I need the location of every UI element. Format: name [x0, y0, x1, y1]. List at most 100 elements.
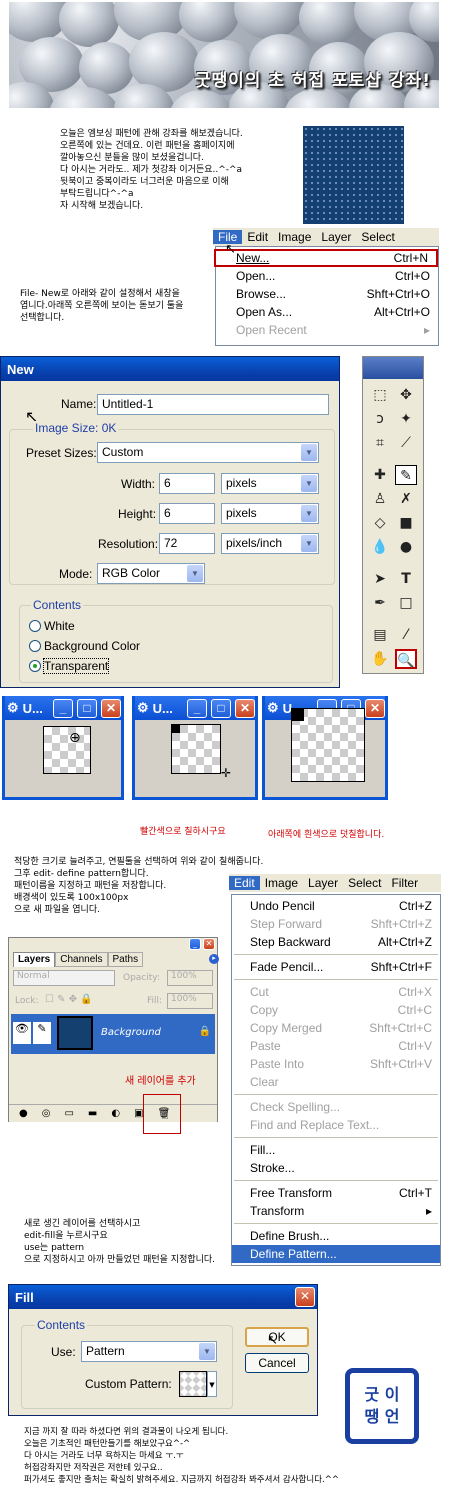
folder-icon[interactable]: ▬: [88, 1108, 97, 1119]
gradient-tool-icon[interactable]: ■: [395, 513, 417, 533]
layers-bottom-bar: ● ◎ ▭ ▬ ◐ ▣ 🗑: [9, 1104, 217, 1122]
chevron-down-icon[interactable]: ▼: [207, 1371, 217, 1397]
menu-select[interactable]: Select: [343, 876, 386, 890]
radio-white[interactable]: White: [29, 619, 75, 633]
menu-item-define-brush[interactable]: Define Brush...: [232, 1227, 440, 1245]
pen-tool-icon[interactable]: ✒: [369, 593, 391, 613]
eye-icon[interactable]: 👁: [13, 1022, 31, 1044]
healing-brush-icon[interactable]: ✚: [369, 465, 391, 485]
pattern-swatch[interactable]: [179, 1371, 207, 1397]
menu-item-step-backward[interactable]: Step Backward Alt+Ctrl+Z: [232, 933, 440, 951]
menu-item-open-as[interactable]: Open As... Alt+Ctrl+O: [216, 303, 438, 321]
menu-item-free-transform[interactable]: Free Transform Ctrl+T: [232, 1184, 440, 1202]
menu-item-define-pattern[interactable]: Define Pattern...: [232, 1245, 440, 1263]
close-icon[interactable]: ✕: [365, 698, 385, 718]
crop-tool-icon[interactable]: ⌗: [369, 433, 391, 453]
maximize-icon[interactable]: □: [211, 698, 231, 718]
menu-item-shortcut: Shft+Ctrl+F: [370, 960, 432, 974]
lock-icons[interactable]: ☐ ✎ ✥ 🔒: [45, 994, 93, 1005]
shape-tool-icon[interactable]: □: [395, 593, 417, 613]
canvas[interactable]: [43, 726, 91, 774]
menu-item-new[interactable]: New... Ctrl+N: [214, 249, 438, 267]
menu-select[interactable]: Select: [356, 230, 399, 244]
menu-layer[interactable]: Layer: [316, 230, 356, 244]
close-icon[interactable]: ✕: [203, 938, 215, 950]
zoom-tool-icon[interactable]: 🔍: [395, 649, 417, 669]
close-icon[interactable]: ✕: [235, 698, 255, 718]
hand-tool-icon[interactable]: ✋: [369, 649, 391, 669]
type-tool-icon[interactable]: T: [395, 569, 417, 589]
canvas[interactable]: [291, 708, 365, 782]
menu-item-undo-pencil[interactable]: Undo Pencil Ctrl+Z: [232, 897, 440, 915]
height-unit-select[interactable]: pixels ▼: [221, 503, 319, 524]
canvas[interactable]: [171, 724, 221, 774]
menu-item-label: Find and Replace Text...: [250, 1118, 380, 1132]
dodge-tool-icon[interactable]: ●: [395, 537, 417, 557]
fill-field[interactable]: 100%: [167, 993, 213, 1009]
name-field[interactable]: Untitled-1: [97, 394, 329, 415]
close-icon[interactable]: ✕: [101, 698, 121, 718]
adjustment-icon[interactable]: ◐: [111, 1108, 120, 1119]
radio-transparent[interactable]: Transparent: [29, 658, 110, 674]
menu-item-stroke[interactable]: Stroke...: [232, 1159, 440, 1177]
menu-bar: File Edit Image Layer Select: [213, 228, 439, 246]
menu-filter[interactable]: Filter: [386, 876, 423, 890]
minimize-icon[interactable]: _: [189, 938, 201, 950]
cancel-button[interactable]: Cancel: [245, 1353, 309, 1373]
radio-background-color[interactable]: Background Color: [29, 639, 140, 653]
layer-style-icon[interactable]: ◎: [42, 1108, 51, 1119]
opacity-field[interactable]: 100%: [167, 970, 213, 986]
resolution-unit-select[interactable]: pixels/inch ▼: [221, 533, 319, 554]
ps-icon: ⚙: [267, 700, 279, 715]
preset-select[interactable]: Custom ▼: [97, 442, 319, 463]
minimize-icon[interactable]: _: [53, 698, 73, 718]
menu-item-transform[interactable]: Transform ▸: [232, 1202, 440, 1220]
cursor-icon: ↖: [225, 242, 236, 257]
tab-channels[interactable]: Channels: [55, 952, 108, 967]
menu-edit[interactable]: Edit: [229, 876, 260, 890]
pencil-tool-icon[interactable]: ✎: [395, 465, 417, 485]
menu-item-browse[interactable]: Browse... Shft+Ctrl+O: [216, 285, 438, 303]
history-brush-icon[interactable]: ✗: [395, 489, 417, 509]
palette-menu-icon[interactable]: ▸: [209, 954, 219, 964]
eraser-tool-icon[interactable]: ◇: [369, 513, 391, 533]
tab-paths[interactable]: Paths: [107, 952, 144, 967]
menu-layer[interactable]: Layer: [303, 876, 343, 890]
tab-layers[interactable]: Layers: [13, 952, 56, 967]
menu-image[interactable]: Image: [260, 876, 303, 890]
blur-tool-icon[interactable]: 💧: [369, 537, 391, 557]
intro-text: 오늘은 엠보싱 패턴에 관해 강좌를 해보겠습니다. 오른쪽에 있는 건데요. …: [60, 129, 243, 211]
use-select[interactable]: Pattern ▼: [81, 1341, 217, 1362]
width-field[interactable]: 6: [159, 473, 215, 494]
menu-edit[interactable]: Edit: [242, 230, 273, 244]
maximize-icon[interactable]: □: [77, 698, 97, 718]
marquee-tool-icon[interactable]: ⬚: [369, 385, 391, 405]
clone-stamp-icon[interactable]: ♙: [369, 489, 391, 509]
eyedropper-icon[interactable]: ⁄: [395, 625, 417, 645]
mode-value: RGB Color: [102, 566, 161, 580]
menu-item-open[interactable]: Open... Ctrl+O: [216, 267, 438, 285]
fill-dialog: Fill ✕ Contents Use: Pattern ▼ Custom Pat…: [8, 1284, 318, 1416]
blend-mode-select[interactable]: Normal: [13, 970, 115, 986]
notes-tool-icon[interactable]: ▤: [369, 625, 391, 645]
menu-item-label: Step Forward: [250, 917, 323, 931]
mode-select[interactable]: RGB Color ▼: [97, 563, 205, 584]
resolution-field[interactable]: 72: [159, 533, 215, 554]
link-icon[interactable]: ●: [19, 1108, 28, 1119]
menu-item-label: Define Pattern...: [250, 1247, 337, 1261]
path-select-icon[interactable]: ➤: [369, 569, 391, 589]
menu-image[interactable]: Image: [273, 230, 316, 244]
close-icon[interactable]: ✕: [295, 1287, 315, 1307]
mask-icon[interactable]: ▭: [64, 1108, 73, 1119]
magic-wand-icon[interactable]: ✦: [395, 409, 417, 429]
move-tool-icon[interactable]: ✥: [395, 385, 417, 405]
menu-item-fill[interactable]: Fill...: [232, 1141, 440, 1159]
slice-tool-icon[interactable]: ⟋: [395, 433, 417, 453]
menu-item-fade-pencil[interactable]: Fade Pencil... Shft+Ctrl+F: [232, 958, 440, 976]
radio-label: Transparent: [42, 658, 110, 674]
width-unit-select[interactable]: pixels ▼: [221, 473, 319, 494]
minimize-icon[interactable]: _: [187, 698, 207, 718]
layer-row-background[interactable]: 👁 ✎ Background 🔒: [11, 1014, 215, 1054]
height-field[interactable]: 6: [159, 503, 215, 524]
lasso-tool-icon[interactable]: ↄ: [369, 409, 391, 429]
